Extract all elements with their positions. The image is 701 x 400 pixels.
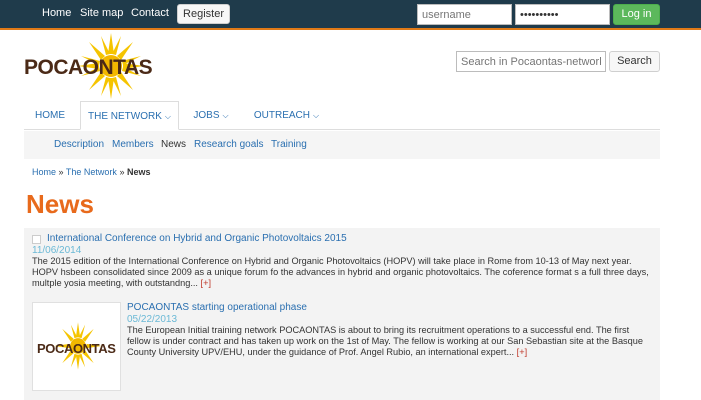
news-date: 05/22/2013: [127, 314, 178, 325]
nav-jobs-label: JOBS: [193, 110, 220, 121]
news-list: International Conference on Hybrid and O…: [24, 228, 660, 400]
username-field[interactable]: [417, 4, 512, 25]
read-more-link[interactable]: [+]: [201, 278, 211, 288]
read-more-link[interactable]: [+]: [517, 347, 527, 357]
news-title-link[interactable]: International Conference on Hybrid and O…: [47, 233, 347, 244]
news-item: International Conference on Hybrid and O…: [24, 228, 660, 296]
news-thumbnail-placeholder: [32, 235, 41, 244]
breadcrumb-separator: »: [58, 167, 64, 177]
nav-home[interactable]: HOME: [28, 101, 72, 130]
register-button[interactable]: Register: [177, 4, 230, 24]
news-title-link[interactable]: POCAONTAS starting operational phase: [127, 302, 307, 313]
subnav-research-goals[interactable]: Research goals: [194, 139, 263, 150]
page-title: News: [26, 189, 94, 219]
top-nav-home[interactable]: Home: [42, 7, 71, 19]
nav-the-network[interactable]: THE NETWORK ⌵: [80, 101, 179, 130]
nav-jobs[interactable]: JOBS ⌵: [188, 101, 234, 130]
login-button[interactable]: Log in: [613, 4, 660, 25]
header-accent-strip: [0, 28, 701, 30]
subnav-description[interactable]: Description: [54, 139, 104, 150]
logo-text: POCAONTAS: [24, 56, 153, 79]
news-summary-text: The 2015 edition of the International Co…: [32, 256, 649, 288]
nav-the-network-label: THE NETWORK: [88, 111, 162, 122]
search-button[interactable]: Search: [609, 51, 660, 72]
news-summary: The 2015 edition of the International Co…: [32, 256, 654, 289]
breadcrumb-current: News: [126, 167, 151, 177]
search-input[interactable]: [456, 51, 606, 72]
nav-outreach[interactable]: OUTREACH ⌵: [249, 101, 324, 130]
news-item: POCAONTAS POCAONTAS starting operational…: [24, 296, 660, 400]
sub-nav: Description Members News Research goals …: [24, 131, 660, 159]
nav-home-label: HOME: [35, 110, 65, 121]
chevron-down-icon: ⌵: [164, 112, 171, 121]
breadcrumb-network[interactable]: The Network: [66, 167, 117, 177]
news-thumbnail[interactable]: POCAONTAS: [32, 302, 121, 391]
news-date: 11/06/2014: [32, 245, 82, 256]
site-logo[interactable]: POCAONTAS: [24, 32, 174, 100]
subnav-members[interactable]: Members: [112, 139, 154, 150]
breadcrumb: Home » The Network » News: [32, 167, 150, 177]
chevron-down-icon: ⌵: [222, 111, 229, 120]
subnav-news[interactable]: News: [161, 139, 186, 150]
top-nav-contact[interactable]: Contact: [131, 7, 169, 19]
nav-outreach-label: OUTREACH: [253, 110, 311, 121]
news-summary-text: The European Initial training network PO…: [127, 325, 643, 357]
password-field[interactable]: [515, 4, 610, 25]
top-bar: Home Site map Contact Register Log in: [0, 0, 701, 28]
subnav-training[interactable]: Training: [271, 139, 307, 150]
thumbnail-logo-text: POCAONTAS: [37, 341, 116, 356]
main-nav: HOME THE NETWORK ⌵ JOBS ⌵ OUTREACH ⌵: [24, 101, 660, 130]
chevron-down-icon: ⌵: [313, 111, 320, 120]
breadcrumb-home[interactable]: Home: [32, 167, 56, 177]
news-summary: The European Initial training network PO…: [127, 325, 654, 358]
breadcrumb-separator: »: [119, 167, 125, 177]
top-nav-sitemap[interactable]: Site map: [80, 7, 123, 19]
